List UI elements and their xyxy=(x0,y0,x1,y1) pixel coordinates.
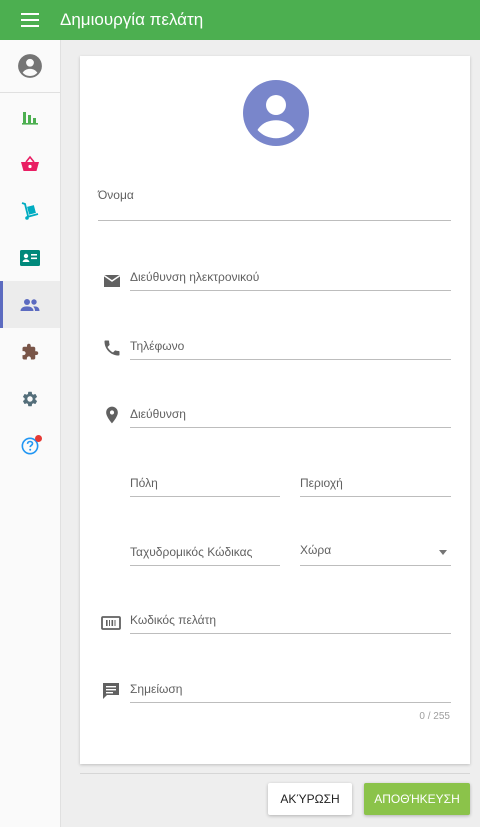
location-pin-icon xyxy=(106,406,118,424)
sidebar-item-contacts[interactable] xyxy=(0,234,60,281)
barcode-icon xyxy=(101,616,121,630)
email-icon xyxy=(103,274,121,287)
note-label: Σημείωση xyxy=(130,682,183,696)
city-field[interactable]: Πόλη xyxy=(130,467,280,497)
sidebar-item-sales[interactable] xyxy=(0,140,60,187)
hand-truck-icon xyxy=(21,201,39,220)
extension-icon xyxy=(22,343,39,359)
comment-icon xyxy=(103,683,119,699)
name-field[interactable]: Όνομα xyxy=(98,186,451,221)
postal-code-label: Ταχυδρομικός Κώδικας xyxy=(130,545,253,559)
shopping-basket-icon xyxy=(21,155,39,171)
country-select[interactable]: Χώρα xyxy=(300,531,451,566)
region-label: Περιοχή xyxy=(300,476,343,490)
cancel-button[interactable]: ΑΚΎΡΩΣΗ xyxy=(268,783,352,815)
sidebar-item-help[interactable] xyxy=(0,422,60,469)
page-title: Δημιουργία πελάτη xyxy=(60,10,204,29)
customer-form-card: Όνομα Διεύθυνση ηλεκτρονικού Τηλέφωνο Δι… xyxy=(80,56,470,764)
sidebar-item-dashboard[interactable] xyxy=(0,93,60,140)
note-char-counter: 0 / 255 xyxy=(419,711,450,722)
address-label: Διεύθυνση xyxy=(130,407,186,421)
country-label: Χώρα xyxy=(300,543,332,557)
save-button[interactable]: ΑΠΟΘΉΚΕΥΣΗ xyxy=(364,783,470,815)
notification-badge xyxy=(35,435,42,442)
city-label: Πόλη xyxy=(130,476,158,490)
contact-card-icon xyxy=(20,249,40,266)
sidebar xyxy=(0,40,61,827)
footer-divider xyxy=(80,773,470,774)
app-bar: Δημιουργία πελάτη xyxy=(0,0,480,40)
phone-icon xyxy=(104,340,120,356)
account-circle-icon xyxy=(18,54,42,78)
sidebar-item-settings[interactable] xyxy=(0,375,60,422)
customer-avatar-icon[interactable] xyxy=(243,80,309,146)
phone-field[interactable]: Τηλέφωνο xyxy=(130,330,451,360)
region-field[interactable]: Περιοχή xyxy=(300,467,451,497)
phone-label: Τηλέφωνο xyxy=(130,339,185,353)
note-field[interactable]: Σημείωση xyxy=(130,673,451,703)
sidebar-item-account[interactable] xyxy=(0,40,60,93)
menu-icon xyxy=(21,13,39,27)
sidebar-item-products[interactable] xyxy=(0,187,60,234)
sidebar-item-customers[interactable] xyxy=(0,281,60,328)
bar-chart-icon xyxy=(22,111,38,125)
chevron-down-icon xyxy=(439,550,447,555)
name-label: Όνομα xyxy=(98,188,134,202)
gear-icon xyxy=(22,391,38,406)
sidebar-item-extensions[interactable] xyxy=(0,328,60,375)
email-label: Διεύθυνση ηλεκτρονικού xyxy=(130,270,260,284)
customer-code-field[interactable]: Κωδικός πελάτη xyxy=(130,604,451,634)
postal-code-field[interactable]: Ταχυδρομικός Κώδικας xyxy=(130,536,280,566)
customer-code-label: Κωδικός πελάτη xyxy=(130,613,217,627)
people-icon xyxy=(20,298,40,311)
email-field[interactable]: Διεύθυνση ηλεκτρονικού xyxy=(130,261,451,291)
menu-button[interactable] xyxy=(0,0,60,40)
address-field[interactable]: Διεύθυνση xyxy=(130,398,451,428)
